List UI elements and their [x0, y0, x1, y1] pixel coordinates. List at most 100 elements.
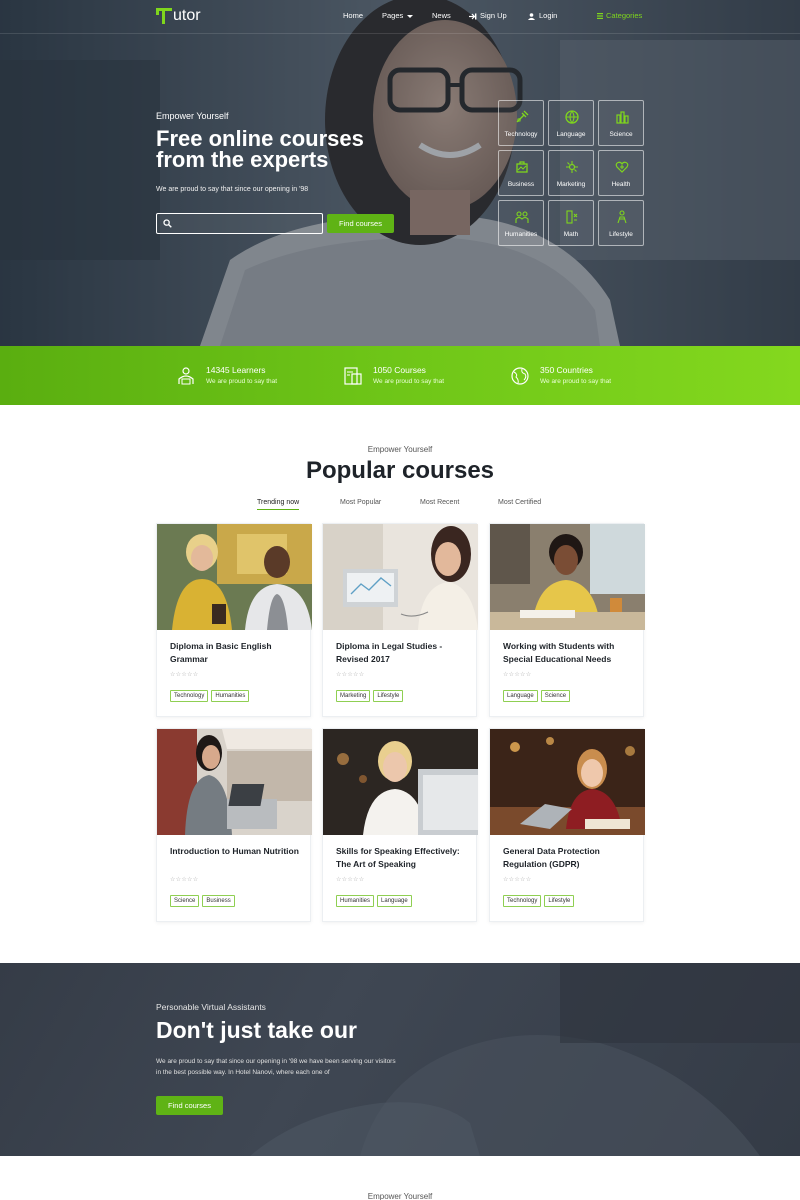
tab-most-certified[interactable]: Most Certified: [498, 499, 541, 506]
course-title[interactable]: Skills for Speaking Effectively: The Art…: [336, 845, 468, 870]
nav-categories[interactable]: Categories: [597, 11, 642, 20]
testimonial-title: Don't just take our: [156, 1017, 357, 1043]
hero-section: utor Home Pages News Sign Up Login Categ…: [0, 0, 800, 346]
course-card[interactable]: General Data Protection Regulation (GDPR…: [489, 728, 645, 922]
nav-signup[interactable]: Sign Up: [469, 11, 507, 20]
course-image: [323, 729, 478, 835]
course-tag[interactable]: Language: [503, 690, 538, 702]
hero-eyebrow: Empower Yourself: [156, 111, 229, 121]
rating-stars-icon: ☆☆☆☆☆: [170, 877, 199, 883]
find-courses-button[interactable]: Find courses: [327, 214, 394, 233]
category-label: Marketing: [556, 181, 586, 188]
course-card[interactable]: Introduction to Human Nutrition ☆☆☆☆☆ Sc…: [156, 728, 312, 922]
course-tag[interactable]: Language: [377, 895, 412, 907]
testimonial-background-photo: [250, 963, 800, 1156]
popular-eyebrow: Empower Yourself: [367, 445, 433, 454]
course-card[interactable]: Skills for Speaking Effectively: The Art…: [322, 728, 478, 922]
nav-categories-label: Categories: [606, 11, 643, 20]
nav-home[interactable]: Home: [343, 11, 363, 20]
course-card[interactable]: Working with Students with Special Educa…: [489, 523, 645, 717]
logo-text: utor: [173, 7, 201, 24]
course-title[interactable]: General Data Protection Regulation (GDPR…: [503, 845, 635, 870]
course-tags: Humanities Language: [336, 895, 412, 907]
category-technology[interactable]: Technology: [498, 100, 544, 146]
nav-login[interactable]: Login: [528, 11, 557, 20]
course-tags: Language Science: [503, 690, 571, 702]
course-tag[interactable]: Marketing: [336, 690, 371, 702]
nav-pages-label: Pages: [382, 11, 404, 20]
category-label: Humanities: [504, 231, 538, 238]
hero-title-line-2: from the experts: [156, 147, 329, 172]
category-business[interactable]: Business: [498, 150, 544, 196]
language-globe-icon: [565, 110, 579, 124]
category-science[interactable]: Science: [598, 100, 644, 146]
logo-mark-icon: [156, 7, 172, 25]
course-title[interactable]: Diploma in Basic English Grammar: [170, 640, 302, 665]
testimonial-section: Personable Virtual Assistants Don't just…: [0, 963, 800, 1156]
courses-icon: [344, 367, 362, 385]
tab-most-recent[interactable]: Most Recent: [420, 499, 459, 506]
category-label: Lifestyle: [609, 231, 633, 238]
search-input[interactable]: [177, 216, 317, 231]
nav-login-label: Login: [539, 11, 558, 20]
rating-stars-icon: ☆☆☆☆☆: [336, 672, 365, 678]
math-icon: [566, 210, 578, 224]
stat-description: We are proud to say that: [540, 378, 612, 385]
course-tag[interactable]: Science: [170, 895, 200, 907]
menu-icon: [597, 13, 603, 20]
stats-band: 14345 Learners We are proud to say that …: [0, 346, 800, 405]
course-tag[interactable]: Lifestyle: [373, 690, 404, 702]
category-language[interactable]: Language: [548, 100, 594, 146]
course-tag[interactable]: Technology: [170, 690, 209, 702]
signin-arrow-icon: [469, 13, 477, 20]
course-tag[interactable]: Business: [202, 895, 235, 907]
testimonial-text: We are proud to say that since our openi…: [156, 1058, 396, 1076]
business-icon: [516, 161, 528, 173]
tab-trending-now[interactable]: Trending now: [257, 499, 300, 510]
hero-title: Free online courses from the experts: [156, 126, 456, 172]
rating-stars-icon: ☆☆☆☆☆: [336, 877, 365, 883]
course-tag[interactable]: Technology: [503, 895, 542, 907]
health-icon: [615, 161, 629, 173]
category-lifestyle[interactable]: Lifestyle: [598, 200, 644, 246]
bottom-eyebrow: Empower Yourself: [367, 1192, 433, 1200]
course-tag[interactable]: Humanities: [211, 690, 250, 702]
category-label: Business: [507, 181, 535, 188]
course-tag[interactable]: Lifestyle: [544, 895, 575, 907]
category-label: Science: [609, 131, 633, 138]
course-title[interactable]: Diploma in Legal Studies - Revised 2017: [336, 640, 468, 665]
stat-description: We are proud to say that: [373, 378, 445, 385]
course-card[interactable]: Diploma in Basic English Grammar ☆☆☆☆☆ T…: [156, 523, 312, 717]
category-marketing[interactable]: Marketing: [548, 150, 594, 196]
search-icon: [163, 219, 172, 228]
lifestyle-icon: [617, 210, 627, 224]
course-tag[interactable]: Science: [540, 690, 571, 702]
course-title[interactable]: Working with Students with Special Educa…: [503, 640, 635, 665]
science-icon: [616, 111, 629, 124]
hero-title-line-1: Free online courses: [156, 126, 364, 151]
course-tags: Technology Lifestyle: [503, 895, 575, 907]
stat-description: We are proud to say that: [206, 378, 278, 385]
humanities-icon: [515, 211, 529, 223]
course-tag[interactable]: Humanities: [336, 895, 375, 907]
hero-overlay: [0, 0, 800, 346]
category-math[interactable]: Math: [548, 200, 594, 246]
rating-stars-icon: ☆☆☆☆☆: [503, 877, 532, 883]
user-icon: [528, 12, 535, 20]
nav-news[interactable]: News: [432, 11, 451, 20]
popular-title: Popular courses: [305, 457, 495, 484]
course-title[interactable]: Introduction to Human Nutrition: [170, 845, 302, 858]
course-image: [157, 524, 312, 630]
testimonial-find-courses-button[interactable]: Find courses: [156, 1096, 223, 1115]
technology-icon: [516, 110, 529, 123]
course-card[interactable]: Diploma in Legal Studies - Revised 2017 …: [322, 523, 478, 717]
tab-most-popular[interactable]: Most Popular: [340, 499, 381, 506]
nav-pages[interactable]: Pages: [382, 11, 414, 20]
learners-icon: [178, 367, 194, 385]
logo[interactable]: utor: [156, 7, 201, 25]
category-humanities[interactable]: Humanities: [498, 200, 544, 246]
category-label: Math: [563, 231, 579, 238]
marketing-icon: [566, 161, 578, 173]
course-image: [490, 729, 645, 835]
category-health[interactable]: Health: [598, 150, 644, 196]
